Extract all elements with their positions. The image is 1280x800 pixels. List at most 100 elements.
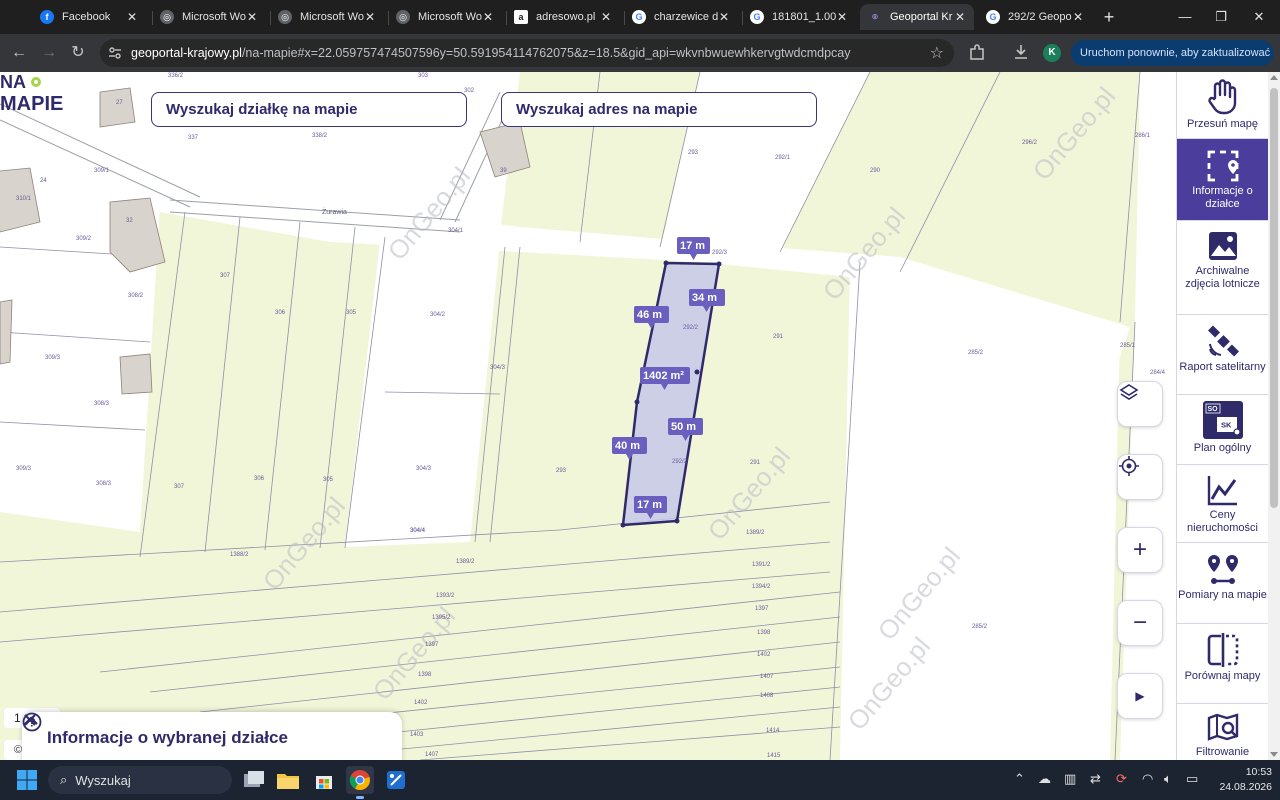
update-label: Uruchom ponownie, aby zaktualizować xyxy=(1080,47,1271,59)
close-tab-icon[interactable]: ✕ xyxy=(718,10,730,24)
url-text[interactable]: geoportal-krajowy.pl/na-mapie#x=22.05975… xyxy=(131,46,851,60)
reload-button[interactable]: ↻ xyxy=(67,42,89,64)
parcel-number: 1402 xyxy=(757,652,771,658)
parcel-number: 291 xyxy=(773,334,784,340)
maximize-button[interactable]: ❐ xyxy=(1206,6,1236,28)
task-view-icon[interactable] xyxy=(240,766,268,794)
tool-general-plan[interactable]: SO SK Plan ogólny xyxy=(1177,395,1268,465)
close-tab-icon[interactable]: ✕ xyxy=(246,10,258,24)
back-button[interactable]: ← xyxy=(8,42,30,64)
zoom-in-button[interactable]: + xyxy=(1117,527,1163,573)
parcel-number: 309/3 xyxy=(45,355,61,361)
tab-microsoft-3[interactable]: ◎ Microsoft Wo ✕ xyxy=(388,4,502,30)
tool-aerial-photos[interactable]: Archiwalne zdjęcia lotnicze xyxy=(1177,221,1268,315)
svg-text:40 m: 40 m xyxy=(615,440,640,452)
tab-geoportal[interactable]: ⌾ Geoportal Kr ✕ xyxy=(860,4,974,30)
microsoft-store-icon[interactable] xyxy=(310,766,338,794)
chevron-up-icon[interactable] xyxy=(24,716,360,753)
tab-label: Microsoft Wo xyxy=(300,11,364,23)
battery-icon[interactable]: ▭ xyxy=(1186,771,1198,787)
parcel-number: 338/2 xyxy=(312,133,328,139)
tool-pan-map[interactable]: Przesuń mapę xyxy=(1177,72,1268,139)
cadastral-map[interactable]: OnGeo.pl OnGeo.pl OnGeo.pl OnGeo.pl OnGe… xyxy=(0,72,1176,760)
expand-button[interactable]: ▶ xyxy=(1117,673,1163,719)
na-mapie-logo[interactable]: NA MAPIE xyxy=(0,72,100,112)
parcel-number: 285/2 xyxy=(972,624,988,630)
svg-text:NA: NA xyxy=(0,72,26,92)
close-window-button[interactable]: ✕ xyxy=(1244,6,1274,28)
svg-text:17 m: 17 m xyxy=(680,240,705,252)
tool-parcel-info[interactable]: Informacje o działce xyxy=(1177,139,1268,221)
new-tab-button[interactable]: + xyxy=(1100,8,1118,26)
snipping-tool-icon[interactable] xyxy=(382,766,410,794)
tool-compare-maps[interactable]: Porównaj mapy xyxy=(1177,624,1268,704)
close-icon[interactable] xyxy=(24,714,390,753)
monitor-app-icon[interactable]: ▥ xyxy=(1064,771,1076,787)
close-tab-icon[interactable]: ✕ xyxy=(954,10,966,24)
minimize-button[interactable]: — xyxy=(1170,6,1200,28)
close-tab-icon[interactable]: ✕ xyxy=(600,10,612,24)
locate-me-button[interactable] xyxy=(1117,454,1163,500)
file-explorer-icon[interactable] xyxy=(274,766,302,794)
tool-satellite-report[interactable]: Raport satelitarny xyxy=(1177,315,1268,395)
watermark-text: OnGeo.pl xyxy=(1027,81,1122,186)
svg-text:50 m: 50 m xyxy=(671,421,696,433)
tool-property-prices[interactable]: Ceny nieruchomości xyxy=(1177,465,1268,543)
map-canvas[interactable]: OnGeo.pl OnGeo.pl OnGeo.pl OnGeo.pl OnGe… xyxy=(0,72,1176,760)
system-clock[interactable]: 10:53 24.08.2026 xyxy=(1206,765,1272,795)
chrome-icon[interactable] xyxy=(346,766,374,794)
bookmark-star-icon[interactable]: ☆ xyxy=(930,43,944,63)
usb-device-icon[interactable]: ⇄ xyxy=(1090,771,1101,787)
page-scrollbar[interactable] xyxy=(1268,72,1280,760)
tab-label: Microsoft Wo xyxy=(182,11,246,23)
tab-adresowo[interactable]: a adresowo.pl ✕ xyxy=(506,4,620,30)
search-parcel-input[interactable]: Wyszukaj działkę na mapie xyxy=(151,92,467,127)
update-restart-button[interactable]: Uruchom ponownie, aby zaktualizować ⋮ xyxy=(1071,40,1280,66)
tool-filter[interactable]: Filtrowanie xyxy=(1177,704,1268,760)
tab-label: Microsoft Wo xyxy=(418,11,482,23)
parcel-number: 1398 xyxy=(757,630,771,636)
volume-icon[interactable]: 🔈︎ xyxy=(1164,771,1172,787)
tab-facebook[interactable]: f Facebook ✕ xyxy=(32,4,146,30)
tab-google-charzewice[interactable]: G charzewice d ✕ xyxy=(624,4,738,30)
svg-text:SK: SK xyxy=(1221,421,1232,430)
scrollbar-thumb[interactable] xyxy=(1270,88,1278,508)
layers-button[interactable] xyxy=(1117,381,1163,427)
tab-google-292-2[interactable]: G 292/2 Geopo ✕ xyxy=(978,4,1092,30)
close-tab-icon[interactable]: ✕ xyxy=(126,10,138,24)
scroll-up-arrow[interactable] xyxy=(1270,75,1278,80)
sync-alert-icon[interactable]: ⟳ xyxy=(1116,771,1127,787)
download-icon[interactable] xyxy=(1012,43,1030,61)
cloud-icon[interactable]: ☁ xyxy=(1038,771,1051,787)
parcel-number: 284/4 xyxy=(1150,370,1166,376)
profile-avatar[interactable]: K xyxy=(1043,44,1061,62)
close-tab-icon[interactable]: ✕ xyxy=(836,10,848,24)
forward-button[interactable]: → xyxy=(38,42,60,64)
street-label: Żurawia xyxy=(322,207,347,216)
tool-label: Raport satelitarny xyxy=(1179,361,1266,373)
tool-measure[interactable]: Pomiary na mapie xyxy=(1177,543,1268,624)
tab-microsoft-1[interactable]: ◎ Microsoft Wo ✕ xyxy=(152,4,266,30)
zoom-out-button[interactable]: − xyxy=(1117,600,1163,646)
windows-start-icon[interactable] xyxy=(16,769,38,791)
extensions-icon[interactable] xyxy=(968,43,986,61)
parcel-number: 310/1 xyxy=(16,196,32,202)
close-tab-icon[interactable]: ✕ xyxy=(1072,10,1084,24)
help-icon[interactable]: ? xyxy=(22,712,330,753)
close-tab-icon[interactable]: ✕ xyxy=(482,10,494,24)
wifi-icon[interactable]: ◠ xyxy=(1142,771,1153,787)
site-settings-icon[interactable] xyxy=(108,46,122,60)
scroll-down-arrow[interactable] xyxy=(1270,752,1278,757)
tab-microsoft-2[interactable]: ◎ Microsoft Wo ✕ xyxy=(270,4,384,30)
tab-google-181801[interactable]: G 181801_1.000 ✕ xyxy=(742,4,856,30)
search-address-input[interactable]: Wyszukaj adres na mapie xyxy=(501,92,817,127)
parcel-number: 305 xyxy=(346,310,357,316)
close-tab-icon[interactable]: ✕ xyxy=(364,10,376,24)
photo-icon xyxy=(1208,232,1237,260)
satellite-icon xyxy=(1207,325,1239,357)
parcel-number: 292/2 xyxy=(672,459,688,465)
address-bar[interactable]: geoportal-krajowy.pl/na-mapie#x=22.05975… xyxy=(100,39,954,67)
tool-label: Archiwalne zdjęcia lotnicze xyxy=(1185,265,1260,290)
chevron-up-icon[interactable]: ⌃ xyxy=(1014,771,1025,787)
taskbar-search[interactable]: ⌕ Wyszukaj xyxy=(48,766,232,794)
